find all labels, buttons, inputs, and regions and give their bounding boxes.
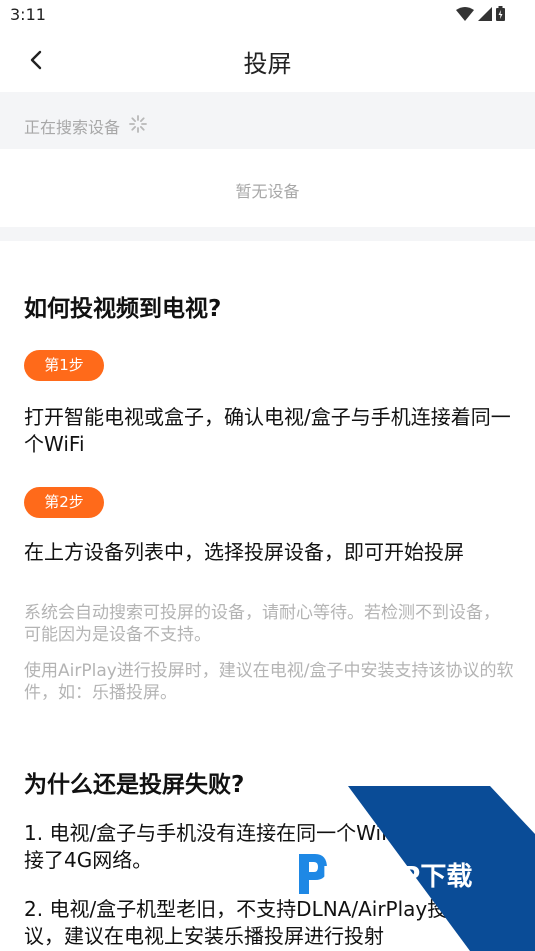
device-search-status: 正在搜索设备 [0, 92, 535, 149]
step-1-badge: 第1步 [24, 350, 104, 381]
guide-note-1: 系统会自动搜索可投屏的设备，请耐心等待。若检测不到设备，可能因为是设备不支持。 [24, 603, 500, 645]
step-1-text: 打开智能电视或盒子，确认电视/盒子与手机连接着同一个WiFi [24, 405, 511, 456]
loading-spinner-icon [129, 115, 147, 133]
status-time: 3:11 [10, 5, 46, 24]
battery-icon [496, 6, 505, 21]
status-bar: 3:11 [0, 0, 535, 30]
search-status-label: 正在搜索设备 [24, 118, 121, 137]
page-title: 投屏 [243, 50, 292, 78]
guide-title: 如何投视频到电视? [24, 296, 222, 322]
watermark-sub: PCPOP Download [341, 884, 417, 893]
failure-title: 为什么还是投屏失败? [24, 772, 245, 798]
signal-icon [478, 6, 492, 21]
section-divider [0, 227, 535, 241]
app-bar: 投屏 [0, 30, 535, 90]
step-2-text: 在上方设备列表中，选择投屏设备，即可开始投屏 [24, 540, 464, 564]
status-icons [456, 6, 505, 21]
device-list: 暂无设备 [0, 149, 535, 227]
empty-devices-text: 暂无设备 [235, 182, 300, 201]
wifi-icon [456, 6, 474, 21]
guide-note-2: 使用AirPlay进行投屏时，建议在电视/盒子中安装支持该协议的软件，如：乐播投… [24, 661, 514, 703]
step-2-badge: 第2步 [24, 487, 104, 518]
